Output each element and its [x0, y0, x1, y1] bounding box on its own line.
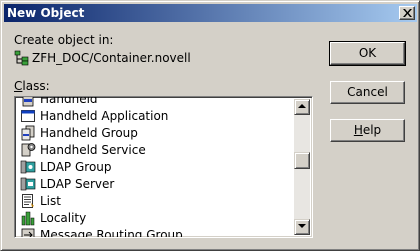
list-item[interactable]: Locality [17, 209, 297, 226]
container-path-text: ZFH_DOC/Container.novell [32, 51, 191, 65]
ok-button[interactable]: OK [329, 41, 406, 66]
list-item[interactable]: Handheld Group [17, 124, 297, 141]
ldap-server-icon [20, 177, 36, 191]
class-list-scrollbar[interactable] [294, 99, 310, 235]
create-in-label: Create object in: [14, 33, 114, 47]
scroll-up-button[interactable] [294, 99, 310, 115]
list-item[interactable]: Handheld [17, 97, 297, 107]
class-list: Handheld Handheld Application Handheld G… [17, 97, 297, 237]
list-item[interactable]: LDAP Server [17, 175, 297, 192]
scroll-thumb[interactable] [294, 152, 310, 169]
arrow-down-icon [298, 224, 306, 228]
ldap-group-icon [20, 160, 36, 174]
title-bar[interactable]: New Object [4, 4, 417, 22]
handheld-service-icon [21, 143, 36, 157]
container-tree-icon [14, 50, 29, 66]
list-item[interactable]: List [17, 192, 297, 209]
cancel-button[interactable]: Cancel [330, 81, 405, 104]
scroll-down-button[interactable] [294, 219, 310, 235]
window-title: New Object [7, 6, 85, 20]
message-routing-icon [21, 228, 35, 237]
arrow-up-icon [298, 104, 306, 108]
help-button[interactable]: Help [330, 119, 405, 142]
list-item[interactable]: Handheld Service [17, 141, 297, 158]
close-button[interactable] [399, 6, 415, 20]
list-item[interactable]: LDAP Group [17, 158, 297, 175]
handheld-group-icon [21, 125, 35, 141]
class-listbox[interactable]: Handheld Handheld Application Handheld G… [14, 96, 313, 238]
application-window-icon [21, 110, 35, 122]
handheld-icon [22, 97, 34, 107]
locality-icon [21, 211, 35, 226]
list-item[interactable]: Message Routing Group [17, 226, 297, 237]
class-label: Class: [14, 79, 50, 93]
list-item[interactable]: Handheld Application [17, 107, 297, 124]
list-icon [22, 194, 34, 208]
new-object-dialog: New Object Create object in: ZFH_DOC/Con… [0, 0, 420, 251]
close-icon [403, 9, 412, 17]
